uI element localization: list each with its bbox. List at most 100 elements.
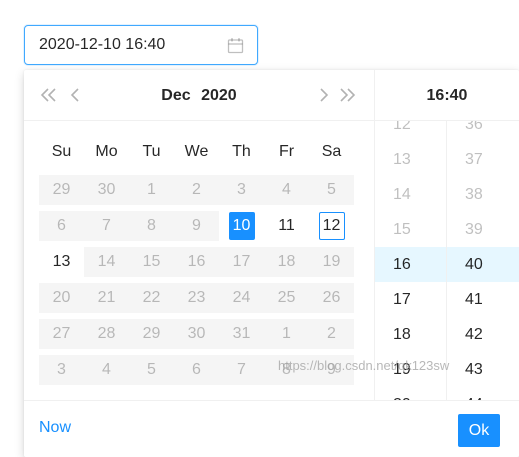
minute-option[interactable]: 37 [447, 142, 519, 177]
day-number: 30 [97, 181, 116, 198]
day-cell[interactable]: 13 [39, 247, 84, 277]
hour-option[interactable]: 12 [375, 121, 446, 142]
day-cell: 9 [309, 355, 354, 385]
day-cell: 22 [129, 283, 174, 313]
day-cell: 24 [219, 283, 264, 313]
day-number: 5 [327, 181, 336, 198]
hour-option[interactable]: 20 [375, 387, 446, 400]
hour-option-selected[interactable]: 16 [375, 247, 446, 282]
day-cell: 26 [309, 283, 354, 313]
week-row: 27 28 29 30 31 1 2 [39, 316, 354, 352]
minute-option[interactable]: 41 [447, 282, 519, 317]
day-cell[interactable]: 11 [264, 211, 309, 241]
day-number: 6 [57, 217, 66, 234]
day-number: 4 [102, 361, 111, 378]
double-chevron-right-icon[interactable] [336, 84, 358, 106]
day-number: 9 [327, 361, 336, 378]
day-number: 23 [187, 289, 206, 306]
weekday-label: Su [51, 143, 72, 160]
year-select[interactable]: 2020 [201, 87, 237, 104]
weekday-label: Fr [278, 143, 295, 160]
week-row: 3 4 5 6 7 8 9 [39, 352, 354, 388]
day-cell: 25 [264, 283, 309, 313]
day-number: 31 [232, 325, 251, 342]
day-cell: 16 [174, 247, 219, 277]
minute-option[interactable]: 39 [447, 212, 519, 247]
day-cell: 30 [84, 175, 129, 205]
ok-button[interactable]: Ok [458, 414, 500, 447]
weekday-label: We [184, 143, 209, 160]
day-number: 1 [147, 181, 156, 198]
day-number: 1 [282, 325, 291, 342]
date-time-input-value: 2020-12-10 16:40 [39, 36, 166, 53]
day-cell: 27 [39, 319, 84, 349]
minute-option[interactable]: 38 [447, 177, 519, 212]
day-cell: 28 [84, 319, 129, 349]
day-cell: 31 [219, 319, 264, 349]
hour-option[interactable]: 17 [375, 282, 446, 317]
weekday-label: Th [232, 143, 251, 160]
weekday-label: Mo [95, 143, 118, 160]
day-cell: 8 [264, 355, 309, 385]
day-cell-selected[interactable]: 10 [219, 211, 264, 241]
day-cell: 6 [39, 211, 84, 241]
month-select[interactable]: Dec [161, 87, 190, 104]
hour-option[interactable]: 19 [375, 352, 446, 387]
day-cell: 4 [264, 175, 309, 205]
day-cell: 19 [309, 247, 354, 277]
minute-column[interactable]: 363738394041424344 [447, 121, 519, 400]
day-cell: 6 [174, 355, 219, 385]
date-picker-dropdown: Dec 2020 16:40 Su Mo Tu We Th Fr Sa 29 30 1 2 3 4 5 6… [24, 70, 519, 457]
day-number: 2 [327, 325, 336, 342]
calendar-icon [227, 38, 244, 54]
hour-option[interactable]: 15 [375, 212, 446, 247]
hour-column[interactable]: 121314151617181920 [375, 121, 447, 400]
day-cell: 5 [309, 175, 354, 205]
day-number: 8 [147, 217, 156, 234]
day-cell: 14 [84, 247, 129, 277]
day-cell-today[interactable]: 12 [309, 211, 354, 241]
date-time-input[interactable]: 2020-12-10 16:40 [24, 25, 258, 65]
minute-option[interactable]: 36 [447, 121, 519, 142]
day-number: 18 [277, 253, 296, 270]
minute-option[interactable]: 42 [447, 317, 519, 352]
day-cell: 15 [129, 247, 174, 277]
day-cell: 30 [174, 319, 219, 349]
day-number: 19 [322, 253, 341, 270]
day-cell: 18 [264, 247, 309, 277]
day-number: 9 [192, 217, 201, 234]
hour-option[interactable]: 18 [375, 317, 446, 352]
day-number: 7 [237, 361, 246, 378]
minute-option[interactable]: 44 [447, 387, 519, 400]
day-number: 22 [142, 289, 161, 306]
hour-option[interactable]: 14 [375, 177, 446, 212]
day-cell: 3 [219, 175, 264, 205]
day-number: 17 [232, 253, 251, 270]
day-cell: 2 [174, 175, 219, 205]
week-row: 6 7 8 9 10 11 12 [39, 208, 354, 244]
day-number: 2 [192, 181, 201, 198]
day-number: 14 [97, 253, 116, 270]
hour-option[interactable]: 13 [375, 142, 446, 177]
day-number: 29 [142, 325, 161, 342]
day-number: 26 [322, 289, 341, 306]
day-number: 3 [57, 361, 66, 378]
day-number: 10 [228, 212, 255, 240]
chevron-right-icon[interactable] [313, 84, 335, 106]
day-cell: 8 [129, 211, 174, 241]
minute-option[interactable]: 43 [447, 352, 519, 387]
day-cell: 20 [39, 283, 84, 313]
day-cell: 3 [39, 355, 84, 385]
calendar-header: Dec 2020 [24, 70, 374, 121]
day-number: 11 [278, 217, 295, 234]
day-cell: 5 [129, 355, 174, 385]
picker-footer: Now Ok [24, 400, 519, 457]
now-button[interactable]: Now [39, 419, 71, 437]
time-panel: 121314151617181920 363738394041424344 [374, 121, 519, 400]
week-row: 29 30 1 2 3 4 5 [39, 172, 354, 208]
day-number: 30 [187, 325, 206, 342]
day-cell: 17 [219, 247, 264, 277]
calendar-grid: 29 30 1 2 3 4 5 6 7 8 9 10 11 12 13 14 15 16 17 18 19 20 21 22 2… [39, 172, 354, 388]
day-number: 13 [52, 253, 71, 270]
minute-option-selected[interactable]: 40 [447, 247, 519, 282]
